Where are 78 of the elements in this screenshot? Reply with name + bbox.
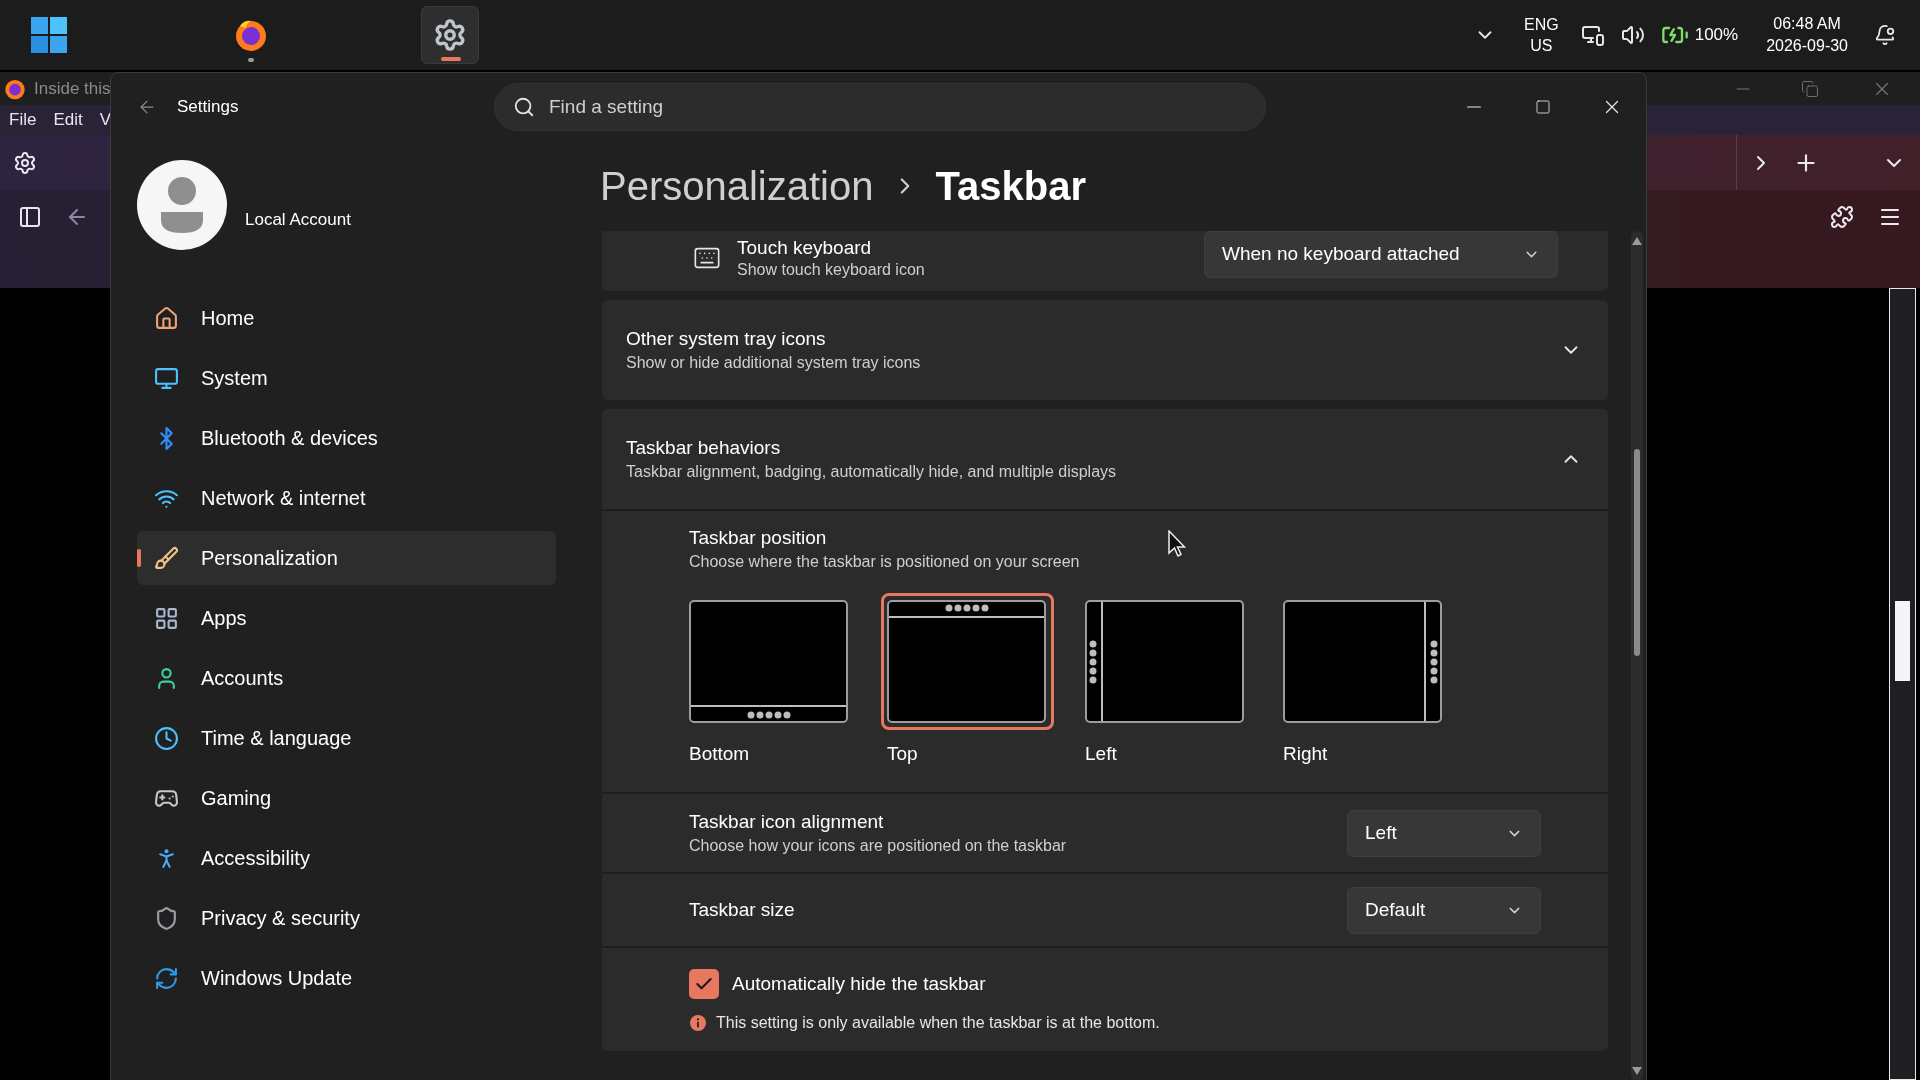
taskbar-app-button[interactable] — [421, 6, 479, 64]
setting-title: Taskbar icon alignment — [689, 810, 885, 834]
nav-item[interactable]: System — [137, 351, 556, 405]
checkbox-label: Automatically hide the taskbar — [732, 971, 986, 996]
nav-item[interactable]: Network & internet — [137, 471, 556, 525]
scroll-up-arrow-icon[interactable] — [1632, 237, 1642, 245]
search-input[interactable]: Find a setting — [549, 92, 1149, 122]
setting-description: Show touch keyboard icon — [737, 260, 925, 280]
avatar[interactable] — [137, 160, 227, 250]
maximize-icon[interactable] — [1534, 99, 1551, 115]
option-label: Right — [1283, 742, 1329, 766]
puzzle-icon[interactable] — [1830, 205, 1854, 229]
nav-item[interactable]: Gaming — [137, 771, 556, 825]
monitor-icon — [154, 365, 179, 391]
display-icon[interactable] — [1580, 23, 1605, 47]
setting-description: Choose where the taskbar is positioned on your screen — [689, 552, 1080, 572]
dropdown[interactable]: Left — [1347, 809, 1541, 857]
page-title: Taskbar — [935, 163, 1086, 210]
expander-header[interactable]: Taskbar behaviors Taskbar alignment, badging, automatically hide, and multiple displays — [602, 409, 1608, 509]
battery-percent: 100% — [1694, 24, 1739, 47]
settings-gear-icon — [433, 18, 467, 52]
nav-item[interactable]: Windows Update — [137, 951, 556, 1005]
window-title: Inside this — [34, 77, 111, 100]
expander-header[interactable]: Other system tray icons Show or hide additional system tray icons — [602, 300, 1608, 400]
shield-icon — [154, 905, 179, 931]
setting-title: Touch keyboard — [737, 236, 873, 260]
setting-title: Taskbar position — [689, 526, 827, 550]
nav-item[interactable]: Accounts — [137, 651, 556, 705]
settings-gear-icon[interactable] — [13, 150, 37, 175]
window-title: Settings — [177, 96, 239, 119]
search-field[interactable]: Find a setting — [494, 83, 1266, 131]
taskbar-position-option[interactable] — [881, 593, 1054, 730]
setting-description: Choose how your icons are positioned on the taskbar — [689, 836, 1067, 856]
nav-item[interactable]: Time & language — [137, 711, 556, 765]
browser-logo-icon — [4, 77, 26, 100]
dropdown[interactable]: Default — [1347, 886, 1541, 934]
nav-item[interactable]: Bluetooth & devices — [137, 411, 556, 465]
search-icon — [513, 96, 535, 118]
checkbox[interactable] — [689, 969, 719, 999]
clock-time[interactable]: 06:48 AM — [1773, 13, 1841, 35]
apps-grid-icon — [154, 605, 179, 631]
brush-icon — [154, 545, 179, 571]
windows-logo-icon — [31, 17, 67, 53]
scrollbar-thumb[interactable] — [1895, 601, 1910, 681]
notification-bell-icon[interactable] — [1874, 24, 1896, 46]
nav-item[interactable]: Accessibility — [137, 831, 556, 885]
nav-item[interactable]: Apps — [137, 591, 556, 645]
speaker-icon[interactable] — [1620, 23, 1645, 47]
language-label[interactable]: ENG — [1524, 14, 1559, 35]
dropdown[interactable]: When no keyboard attached — [1204, 231, 1558, 278]
option-label: Left — [1085, 742, 1118, 766]
refresh-icon — [154, 965, 179, 991]
menu-item[interactable]: Edit — [53, 107, 83, 133]
mouse-pointer-icon — [1168, 530, 1186, 558]
option-label: Top — [887, 742, 919, 766]
region-label[interactable]: US — [1530, 35, 1553, 56]
setting-title: Other system tray icons — [626, 327, 827, 351]
browser-logo-icon — [234, 18, 268, 52]
setting-title: Taskbar size — [689, 898, 795, 922]
setting-description: Show or hide additional system tray icons — [626, 353, 921, 373]
info-icon — [690, 1015, 706, 1031]
menu-item[interactable]: File — [9, 107, 37, 133]
clock-icon — [154, 725, 179, 751]
setting-description: Taskbar alignment, badging, automatically hide, and multiple displays — [626, 462, 1117, 482]
option-label: Bottom — [689, 742, 751, 766]
setting-title: Taskbar behaviors — [626, 436, 782, 460]
menu-item[interactable]: V — [99, 107, 112, 133]
sidebar-icon[interactable] — [18, 205, 42, 229]
account-name: Local Account — [245, 209, 351, 232]
nav-item[interactable]: Home — [137, 291, 556, 345]
nav-item[interactable]: Personalization — [137, 531, 556, 585]
scroll-down-arrow-icon[interactable] — [1632, 1067, 1642, 1075]
info-note: This setting is only available when the taskbar is at the bottom. — [716, 1013, 1160, 1033]
house-icon — [154, 305, 179, 331]
clock-date[interactable]: 2026-09-30 — [1766, 35, 1848, 57]
breadcrumb-parent[interactable]: Personalization — [600, 156, 874, 216]
restore-icon[interactable] — [1801, 79, 1819, 98]
nav-item[interactable]: Privacy & security — [137, 891, 556, 945]
